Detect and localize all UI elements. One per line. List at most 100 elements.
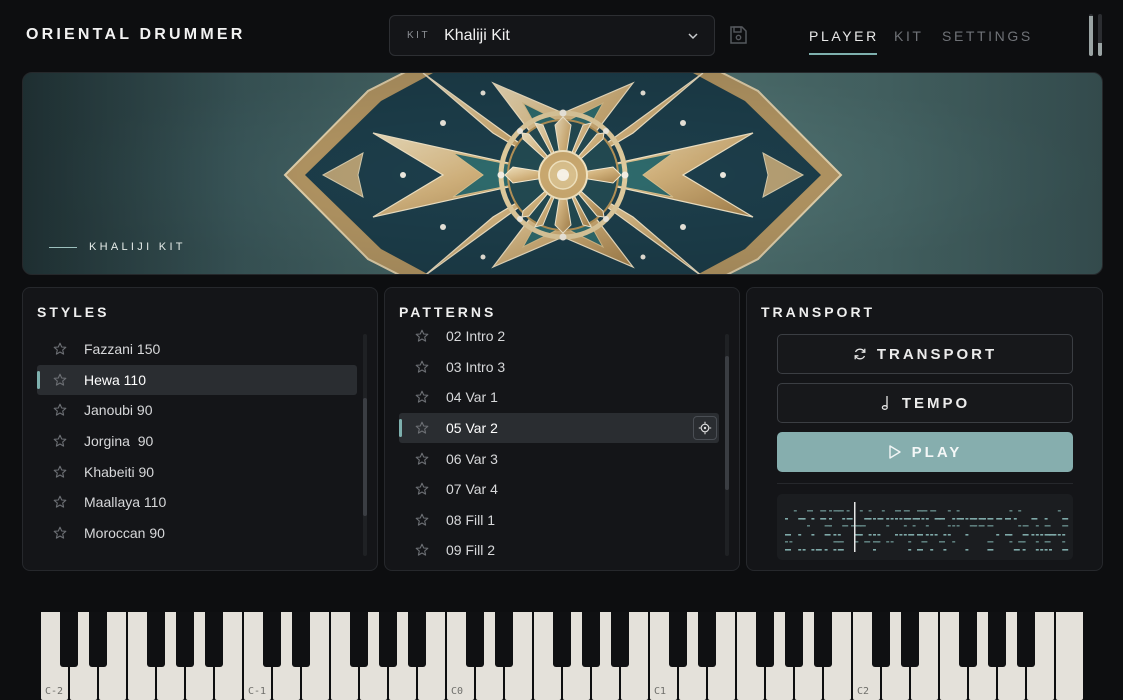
level-meter-right [1098,14,1102,56]
piano-black-key[interactable] [611,612,629,667]
piano-black-key[interactable] [205,612,223,667]
piano-black-key[interactable] [959,612,977,667]
style-list-item[interactable]: Maallaya 110 [37,487,357,518]
kit-hero-banner: KHALIJI KIT [22,72,1103,275]
piano-black-key[interactable] [408,612,426,667]
star-icon[interactable] [415,360,429,374]
piano-black-key[interactable] [60,612,78,667]
music-note-icon [881,396,888,410]
piano-black-key[interactable] [1017,612,1035,667]
piano-black-key[interactable] [785,612,803,667]
styles-title: STYLES [37,304,110,320]
star-icon[interactable] [53,373,67,387]
star-icon[interactable] [53,342,67,356]
piano-black-key[interactable] [466,612,484,667]
star-icon[interactable] [415,513,429,527]
star-icon[interactable] [53,403,67,417]
pattern-note [917,534,923,536]
pattern-note [1062,549,1069,551]
pattern-list-item[interactable]: 04 Var 1 [399,382,719,413]
pattern-list-item[interactable]: 06 Var 3 [399,443,719,474]
piano-black-key[interactable] [698,612,716,667]
piano-white-key[interactable] [1056,612,1083,700]
style-item-label: Moroccan 90 [84,524,165,541]
drag-pattern-icon[interactable] [693,415,717,440]
patterns-scrollbar[interactable] [725,334,729,556]
piano-black-key[interactable] [669,612,687,667]
styles-scrollbar[interactable] [363,334,367,556]
pattern-note [974,518,978,520]
star-icon[interactable] [415,452,429,466]
pattern-list-item[interactable]: 02 Intro 2 [399,321,719,352]
patterns-title: PATTERNS [399,304,497,320]
piano-black-key[interactable] [350,612,368,667]
star-icon[interactable] [415,421,429,435]
piano-keyboard[interactable]: C-2 C-1 C0 C1 C2 [40,612,1084,700]
pattern-note [1035,549,1039,551]
pattern-note [1013,518,1017,520]
star-icon[interactable] [415,390,429,404]
star-icon[interactable] [53,434,67,448]
piano-black-key[interactable] [176,612,194,667]
pattern-note [824,534,831,536]
style-list-item[interactable]: Jorgina 90 [37,426,357,457]
style-list-item[interactable]: Hewa 110 [37,364,357,396]
pattern-note [864,541,871,543]
pattern-note [811,549,815,551]
styles-list[interactable]: Fazzani 150 Hewa 110 Janoubi 90 Jorgina 90 K… [37,334,357,570]
star-icon[interactable] [53,495,67,509]
piano-black-key[interactable] [553,612,571,667]
star-icon[interactable] [415,482,429,496]
pattern-list-item[interactable]: 08 Fill 1 [399,505,719,536]
tab-settings[interactable]: SETTINGS [942,28,1033,44]
piano-black-key[interactable] [495,612,513,667]
pattern-note [789,541,793,543]
star-icon[interactable] [415,329,429,343]
pattern-note [873,549,876,551]
pattern-note [895,510,901,512]
piano-black-key[interactable] [379,612,397,667]
tempo-button[interactable]: TEMPO [777,383,1073,423]
style-list-item[interactable]: Janoubi 90 [37,395,357,426]
style-list-item[interactable]: Khabeiti 90 [37,456,357,487]
tab-kit[interactable]: KIT [894,28,924,44]
pattern-note [1022,525,1029,527]
tempo-button-label: TEMPO [901,394,971,412]
piano-black-key[interactable] [582,612,600,667]
style-list-item[interactable]: Fazzani 150 [37,334,357,365]
pattern-note [1049,549,1052,551]
piano-black-key[interactable] [89,612,107,667]
piano-black-key[interactable] [263,612,281,667]
style-list-item[interactable]: Moroccan 90 [37,518,357,549]
pattern-list-item[interactable]: 03 Intro 3 [399,352,719,383]
piano-black-key[interactable] [988,612,1006,667]
play-button[interactable]: PLAY [777,432,1073,472]
pattern-note [1040,534,1044,536]
pattern-note [1009,541,1013,543]
star-icon[interactable] [53,526,67,540]
transport-button-label: TRANSPORT [876,345,998,363]
pattern-note [877,534,881,536]
piano-black-key[interactable] [147,612,165,667]
pattern-note [820,518,827,520]
save-icon[interactable] [728,25,748,45]
piano-black-key[interactable] [756,612,774,667]
pattern-note [974,525,978,527]
pattern-list-item[interactable]: 09 Fill 2 [399,535,719,566]
transport-button[interactable]: TRANSPORT [777,334,1073,374]
star-icon[interactable] [415,543,429,557]
pattern-note [837,549,844,551]
piano-black-key[interactable] [292,612,310,667]
star-icon[interactable] [53,465,67,479]
patterns-scrollbar-thumb[interactable] [725,356,729,490]
piano-black-key[interactable] [814,612,832,667]
pattern-note [987,549,994,551]
tab-player[interactable]: PLAYER [809,28,879,55]
piano-black-key[interactable] [872,612,890,667]
pattern-list-item[interactable]: 07 Var 4 [399,474,719,505]
styles-scrollbar-thumb[interactable] [363,398,367,516]
pattern-list-item[interactable]: 05 Var 2 [399,412,719,444]
patterns-list[interactable]: 02 Intro 2 03 Intro 3 04 Var 1 05 Var 2 06 V… [399,321,719,570]
kit-selector[interactable]: KIT Khaliji Kit [389,15,715,56]
piano-black-key[interactable] [901,612,919,667]
